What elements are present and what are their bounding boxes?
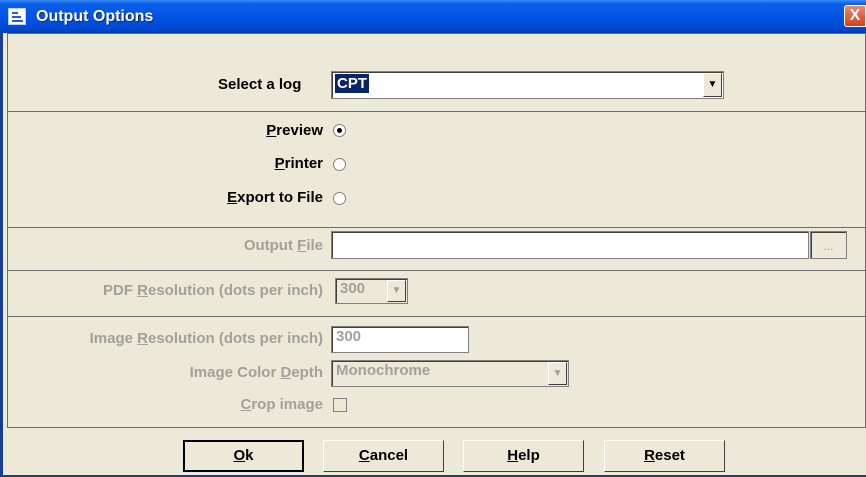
- preview-label: Preview: [266, 122, 323, 139]
- browse-button[interactable]: ...: [810, 231, 847, 259]
- log-select-value: CPT: [335, 74, 369, 93]
- pdf-resolution-label: PDF Resolution (dots per inch): [102, 282, 323, 299]
- reset-button[interactable]: Reset: [604, 440, 725, 472]
- title-bar[interactable]: Output Options X: [0, 0, 866, 33]
- output-options-dialog: Output Options X Select a log CPT ▼ Prev…: [0, 0, 866, 477]
- export-to-file-label: Export to File: [227, 189, 323, 206]
- printer-radio[interactable]: [333, 158, 346, 171]
- printer-label: Printer: [274, 155, 323, 172]
- pdf-resolution-select[interactable]: 300 ▼: [335, 278, 408, 304]
- ok-button[interactable]: Ok: [183, 440, 304, 472]
- chevron-down-icon[interactable]: ▼: [548, 362, 567, 385]
- image-color-depth-select[interactable]: Monochrome ▼: [331, 360, 569, 387]
- window-title: Output Options: [36, 8, 154, 25]
- destination-section: [7, 111, 866, 228]
- image-resolution-input[interactable]: 300: [331, 326, 469, 353]
- log-select[interactable]: CPT ▼: [331, 71, 724, 99]
- select-log-label: Select a log: [218, 76, 302, 93]
- chevron-down-icon[interactable]: ▼: [387, 280, 406, 302]
- close-icon[interactable]: X: [844, 5, 866, 27]
- output-file-input[interactable]: [331, 231, 809, 259]
- cancel-button[interactable]: Cancel: [323, 440, 444, 472]
- app-window-icon: [8, 8, 26, 25]
- output-file-label: Output File: [243, 237, 323, 254]
- image-color-depth-label: Image Color Depth: [189, 364, 323, 381]
- chevron-down-icon[interactable]: ▼: [703, 73, 722, 97]
- crop-image-label: Crop image: [240, 396, 323, 413]
- preview-radio[interactable]: [333, 124, 346, 137]
- help-button[interactable]: Help: [463, 440, 584, 472]
- crop-image-checkbox[interactable]: [333, 398, 347, 412]
- image-resolution-label: Image Resolution (dots per inch): [89, 330, 323, 347]
- export-to-file-radio[interactable]: [333, 192, 346, 205]
